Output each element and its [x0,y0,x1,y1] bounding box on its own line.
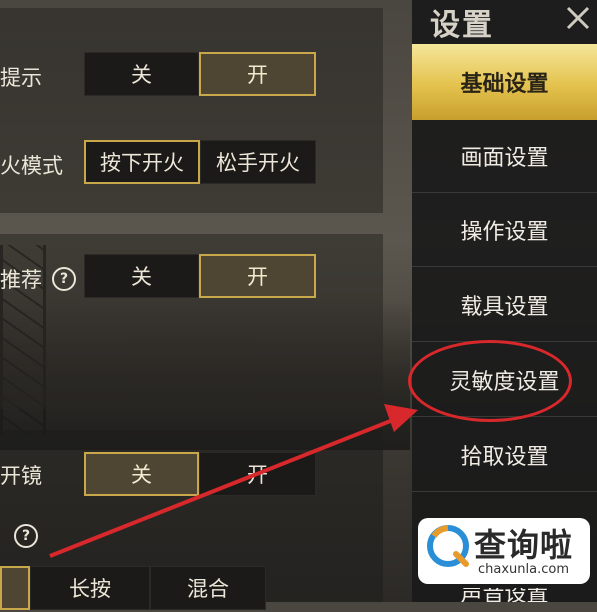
watermark-text: 查询啦 [474,526,574,564]
watermark-logo-icon [427,525,469,567]
watermark-url: chaxunla.com [478,562,569,577]
annotation-arrow [49,404,418,558]
watermark: 查询啦 chaxunla.com [418,518,590,584]
